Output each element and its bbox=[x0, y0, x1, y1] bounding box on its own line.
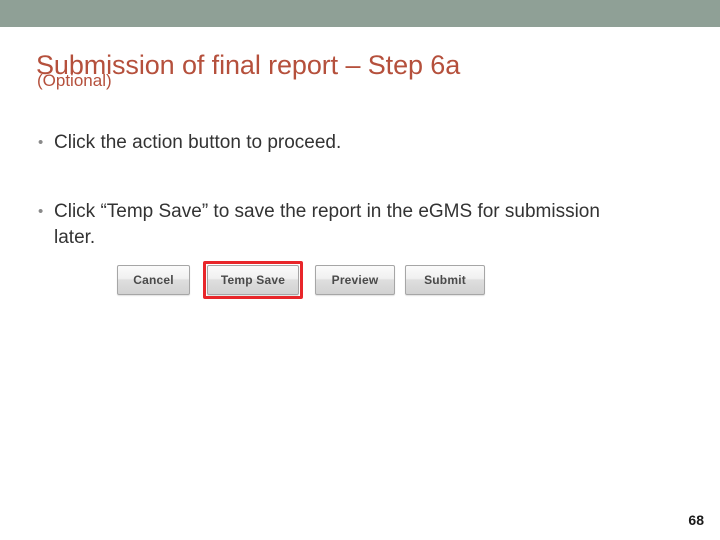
submit-button[interactable]: Submit bbox=[405, 265, 485, 295]
list-item: • Click the action button to proceed. bbox=[36, 130, 646, 156]
top-decorative-band bbox=[0, 0, 720, 27]
temp-save-button[interactable]: Temp Save bbox=[207, 265, 299, 295]
page-title: Submission of final report – Step 6a bbox=[36, 50, 461, 81]
cancel-button[interactable]: Cancel bbox=[117, 265, 190, 295]
preview-button[interactable]: Preview bbox=[315, 265, 395, 295]
bullet-list: • Click the action button to proceed. • … bbox=[36, 130, 646, 251]
page-number: 68 bbox=[688, 512, 704, 528]
bullet-dot-icon: • bbox=[38, 134, 44, 151]
page-subtitle: (Optional) bbox=[37, 71, 112, 90]
list-item: • Click “Temp Save” to save the report i… bbox=[36, 199, 646, 251]
slide-canvas: Submission of final report – Step 6a (Op… bbox=[0, 0, 720, 540]
bullet-dot-icon: • bbox=[38, 203, 44, 220]
list-item-label: Click “Temp Save” to save the report in … bbox=[54, 201, 600, 248]
list-item-label: Click the action button to proceed. bbox=[54, 132, 342, 153]
